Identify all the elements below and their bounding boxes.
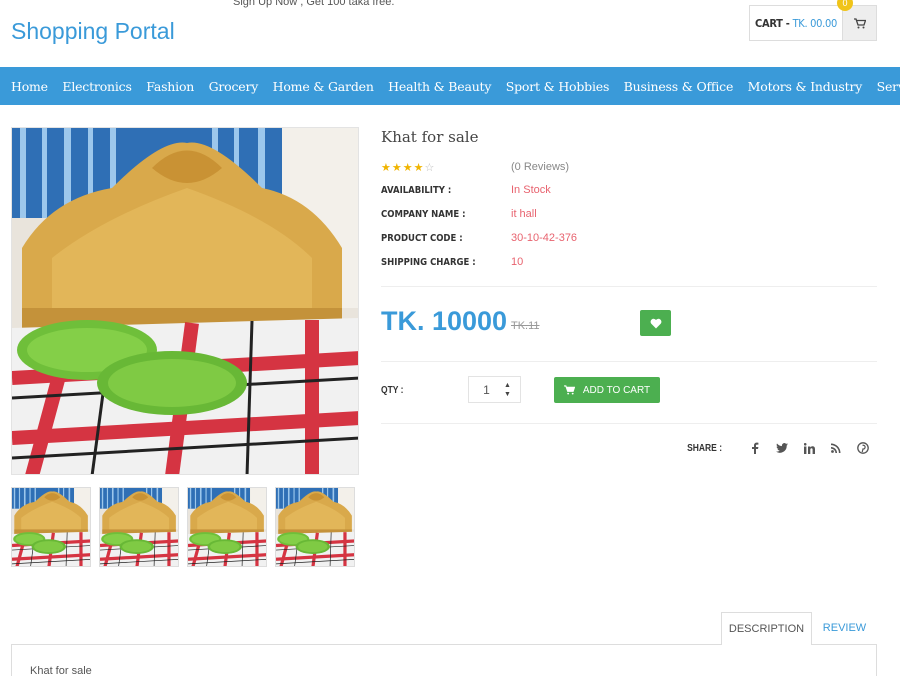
main-nav: Home Electronics Fashion Grocery Home & … (0, 67, 900, 105)
star-filled-icon: ★ (391, 162, 403, 174)
pinterest-icon[interactable] (856, 441, 870, 455)
tab-review[interactable]: REVIEW (812, 612, 877, 644)
product-thumbnail[interactable] (275, 487, 355, 567)
product-details: Khat for sale ★★★★☆ (0 Reviews) AVAILABI… (381, 128, 877, 454)
cart-label: CART - (755, 16, 790, 30)
spec-label: SHIPPING CHARGE : (381, 257, 476, 268)
qty-label: QTY : (381, 385, 404, 396)
spec-value: 30-10-42-376 (511, 232, 578, 244)
spec-label: AVAILABILITY : (381, 185, 452, 196)
qty-down-arrow-icon[interactable]: ▼ (504, 390, 511, 399)
nav-item-electronics[interactable]: Electronics (62, 79, 132, 94)
twitter-icon[interactable] (775, 441, 789, 455)
nav-item-sport-hobbies[interactable]: Sport & Hobbies (506, 79, 610, 94)
cart-widget[interactable]: CART - TK. 00.00 0 (749, 0, 877, 41)
add-to-cart-label: ADD TO CART (582, 384, 651, 396)
divider (381, 423, 877, 424)
divider (381, 361, 877, 362)
divider (381, 286, 877, 287)
cart-icon (853, 17, 866, 28)
cart-text[interactable]: CART - TK. 00.00 (750, 6, 842, 40)
share-label: SHARE : (686, 442, 722, 454)
nav-item-services[interactable]: Services (877, 79, 900, 94)
heart-icon (650, 318, 661, 328)
product-price: TK. 10000 (381, 306, 508, 336)
nav-item-grocery[interactable]: Grocery (209, 79, 259, 94)
nav-item-motors-industry[interactable]: Motors & Industry (748, 79, 863, 94)
product-old-price: TK.11 (511, 320, 540, 332)
cart-amount: TK. 00.00 (792, 16, 838, 30)
spec-product-code: PRODUCT CODE : 30-10-42-376 (381, 232, 577, 244)
rss-icon[interactable] (829, 441, 843, 455)
star-filled-icon: ★ (402, 162, 414, 174)
spec-availability: AVAILABILITY : In Stock (381, 184, 551, 196)
nav-item-fashion[interactable]: Fashion (146, 79, 194, 94)
star-rating: ★★★★☆ (381, 161, 435, 174)
share-bar: SHARE : (684, 441, 870, 455)
spec-value: it hall (511, 208, 537, 220)
cart-icon (563, 385, 575, 395)
site-logo[interactable]: Shopping Portal (11, 18, 175, 45)
linkedin-icon[interactable] (802, 441, 816, 455)
product-thumbnails (11, 487, 355, 567)
qty-arrows: ▲ ▼ (504, 381, 511, 399)
tab-description[interactable]: DESCRIPTION (721, 612, 812, 645)
spec-label: PRODUCT CODE : (381, 233, 463, 244)
product-thumbnail[interactable] (187, 487, 267, 567)
cart-icon-button[interactable]: 0 (837, 0, 876, 40)
review-count[interactable]: (0 Reviews) (511, 161, 569, 173)
product-main-image[interactable] (11, 127, 359, 475)
nav-item-home[interactable]: Home (11, 79, 48, 94)
add-to-cart-button[interactable]: ADD TO CART (554, 377, 660, 403)
spec-value: In Stock (511, 184, 551, 196)
description-text: Khat for sale (30, 665, 92, 676)
product-thumbnail[interactable] (99, 487, 179, 567)
product-title: Khat for sale (381, 128, 479, 146)
cart-count-badge: 0 (837, 0, 853, 11)
nav-item-home-garden[interactable]: Home & Garden (273, 79, 374, 94)
spec-company-name: COMPANY NAME : it hall (381, 208, 537, 220)
star-empty-icon: ☆ (424, 162, 436, 174)
spec-label: COMPANY NAME : (381, 209, 466, 220)
qty-value[interactable]: 1 (469, 383, 504, 397)
nav-item-business-office[interactable]: Business & Office (624, 79, 734, 94)
spec-shipping-charge: SHIPPING CHARGE : 10 (381, 256, 523, 268)
description-panel: Khat for sale (11, 644, 877, 676)
rating-row: ★★★★☆ (381, 161, 435, 174)
signup-note: Sign Up Now , Get 100 taka free. (233, 0, 395, 8)
facebook-icon[interactable] (748, 441, 762, 455)
product-thumbnail[interactable] (11, 487, 91, 567)
spec-value: 10 (511, 256, 524, 268)
star-filled-icon: ★ (413, 162, 425, 174)
wishlist-button[interactable] (640, 310, 671, 336)
quantity-stepper[interactable]: 1 ▲ ▼ (468, 376, 521, 403)
star-filled-icon: ★ (381, 162, 392, 174)
qty-up-arrow-icon[interactable]: ▲ (504, 381, 511, 390)
nav-item-health-beauty[interactable]: Health & Beauty (388, 79, 491, 94)
